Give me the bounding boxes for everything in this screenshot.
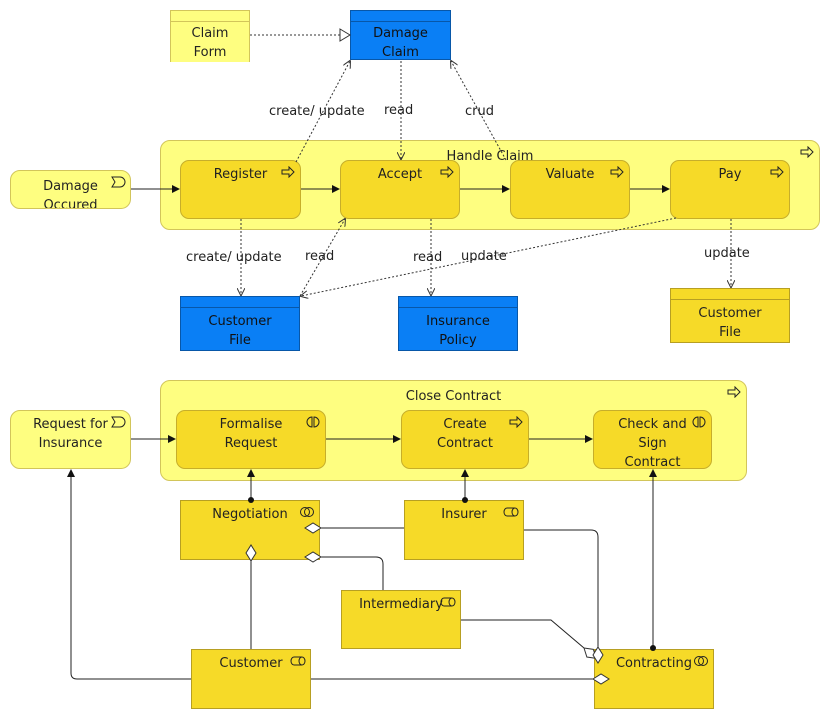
label-accept-damage-claim: read (384, 103, 414, 118)
connections-layer (67, 28, 830, 685)
aggregation-contracting-intermediary (461, 619, 597, 659)
label-register-customer-file: create/ update (186, 250, 282, 265)
diagram-canvas: Handle Claim Close Contract Claim Form D… (0, 0, 830, 719)
triggering-customer-request (67, 469, 191, 680)
label-accept-customer-file: read (305, 249, 335, 264)
label-pay-customer-file-yellow: update (704, 246, 750, 261)
label-accept-insurance-policy: read (413, 250, 443, 265)
aggregation-contracting-insurer (524, 529, 604, 664)
aggregation-negotiation-intermediary (304, 551, 384, 590)
label-register-damage-claim: create/ update (269, 104, 365, 119)
label-pay-customer-file: update (461, 249, 507, 264)
label-valuate-damage-claim: crud (465, 104, 494, 119)
